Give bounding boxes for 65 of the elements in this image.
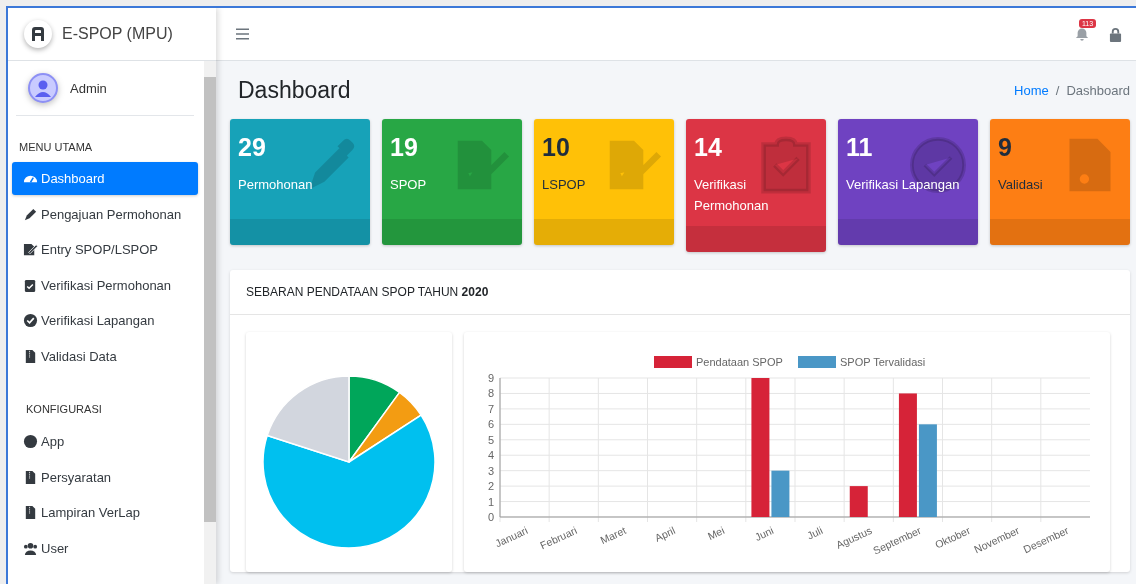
nav-item[interactable]: Dashboard — [12, 162, 198, 195]
nav-item[interactable]: App — [12, 425, 198, 458]
axis-category-label: Juni — [752, 523, 776, 543]
signature-icon — [23, 242, 38, 257]
users-icon — [23, 540, 38, 556]
axis-tick-label: 9 — [487, 372, 494, 384]
stat-count: 11 — [846, 133, 874, 162]
panel-title: SEBARAN PENDATAAN SPOP TAHUN 2020 — [230, 270, 1130, 315]
stat-label: Permohonan — [238, 176, 314, 194]
scrollbar[interactable] — [204, 61, 216, 584]
stat-count: 10 — [542, 133, 571, 162]
file-icon — [23, 469, 38, 485]
section-heading: MENU UTAMA — [18, 140, 94, 155]
logo-icon — [24, 20, 52, 48]
circle-icon — [23, 434, 38, 449]
breadcrumb-link[interactable]: Home — [1014, 82, 1049, 98]
breadcrumb-separator: / — [1055, 82, 1060, 98]
check-circle-icon — [23, 313, 38, 328]
user-name[interactable]: Admin — [70, 80, 107, 96]
axis-tick-label: 6 — [487, 418, 494, 431]
avatar-icon — [28, 73, 58, 103]
axis-tick-label: 3 — [487, 464, 494, 477]
stat-label: Verifikasi Permohonan — [694, 176, 770, 215]
legend-label: SPOP Tervalidasi — [840, 356, 926, 368]
clipboard-icon — [23, 277, 38, 293]
nav-item[interactable]: User — [12, 531, 198, 565]
stat-count: 9 — [998, 133, 1013, 162]
axis-tick-label: 8 — [487, 387, 494, 400]
axis-category-label: April — [652, 523, 677, 544]
menu-icon[interactable] — [236, 28, 249, 40]
card-icon — [758, 135, 814, 195]
brand-title[interactable]: E-SPOP (MPU) — [62, 25, 173, 43]
axis-tick-label: 1 — [487, 495, 494, 508]
axis-tick-label: 2 — [487, 480, 494, 493]
stat-count: 14 — [694, 133, 723, 162]
nav-item[interactable]: Persyaratan — [12, 460, 198, 494]
stat-label: Verifikasi Lapangan — [846, 176, 961, 194]
section-heading: KONFIGURASI — [25, 402, 103, 417]
stat-count: 29 — [238, 133, 267, 162]
page-title: Dashboard — [238, 76, 351, 104]
legend-label: Pendataan SPOP — [696, 356, 783, 368]
axis-tick-label: 5 — [487, 433, 494, 446]
file-icon — [23, 348, 38, 364]
axis-category-label: Juli — [805, 523, 825, 542]
nav-item[interactable]: Verifikasi Permohonan — [12, 268, 198, 302]
stat-count: 19 — [390, 133, 419, 162]
nav-item[interactable]: Pengajuan Permohonan — [12, 197, 198, 231]
stat-label: LSPOP — [542, 176, 587, 194]
nav-item[interactable]: Lampiran VerLap — [12, 496, 198, 529]
file-icon — [23, 505, 38, 520]
lock-icon[interactable] — [1109, 26, 1122, 42]
bar — [849, 486, 868, 517]
nav-item[interactable]: Validasi Data — [12, 339, 198, 373]
pen-icon — [23, 206, 38, 222]
nav-item[interactable]: Verifikasi Lapangan — [12, 304, 198, 337]
axis-tick-label: 4 — [487, 449, 494, 462]
nav-item[interactable]: Entry SPOP/LSPOP — [12, 233, 198, 266]
breadcrumb-current: Dashboard — [1066, 82, 1130, 98]
axis-category-label: Maret — [598, 523, 628, 547]
stat-label: Validasi — [998, 176, 1044, 194]
stat-label: SPOP — [390, 176, 428, 194]
axis-category-label: Mei — [705, 523, 727, 542]
bell-icon[interactable] — [1075, 26, 1089, 42]
axis-tick-label: 0 — [487, 511, 494, 523]
axis-tick-label: 7 — [487, 402, 494, 415]
